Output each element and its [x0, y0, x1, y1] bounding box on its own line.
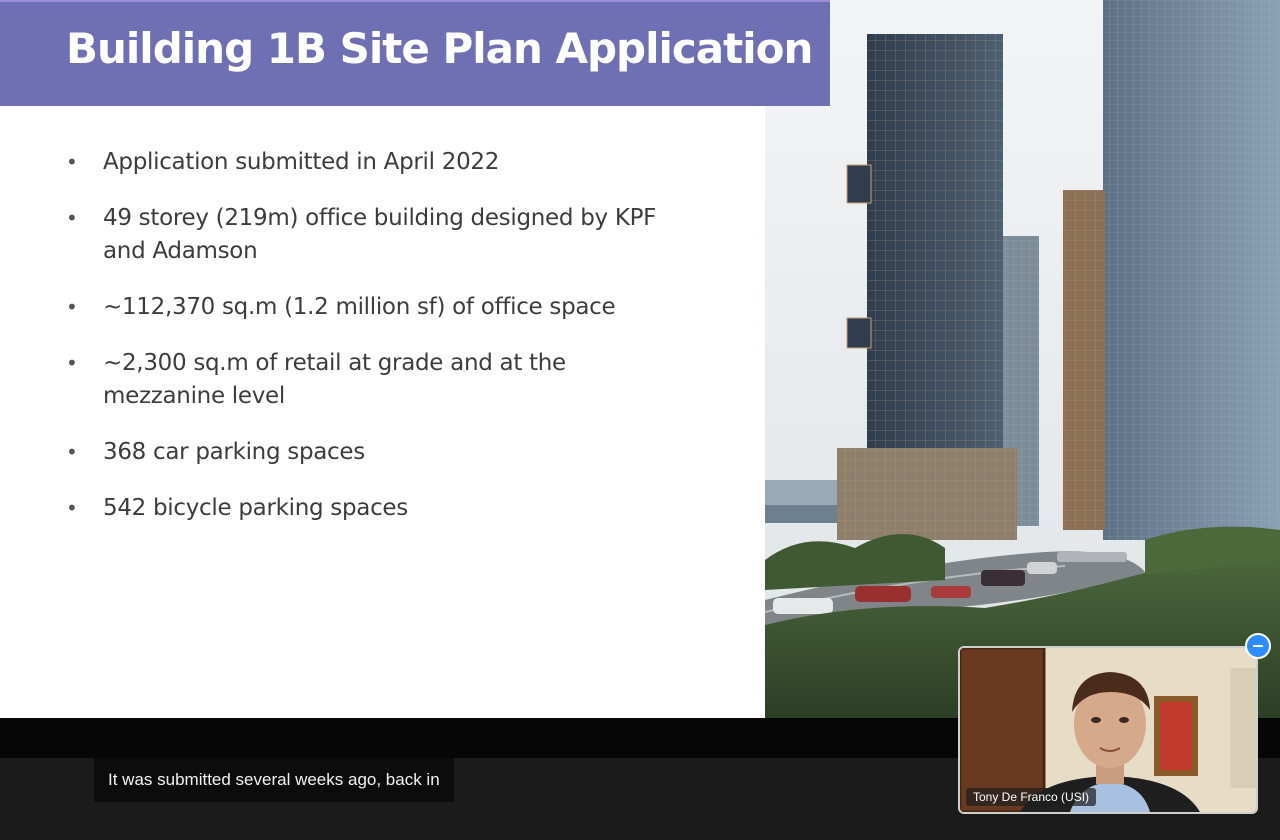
bullet-dot: • [66, 150, 78, 174]
bullet-item: • 368 car parking spaces [66, 436, 666, 469]
bullet-list: • Application submitted in April 2022 • 49… [66, 146, 666, 548]
bullet-dot: • [66, 496, 78, 520]
bullet-text: Application submitted in April 2022 [103, 149, 500, 175]
building-rendering-image [765, 0, 1280, 718]
slide-title: Building 1B Site Plan Application [66, 24, 813, 73]
bullet-item: • Application submitted in April 2022 [66, 146, 666, 179]
minimize-video-button[interactable] [1245, 633, 1271, 659]
slide-title-bar: Building 1B Site Plan Application [0, 0, 830, 106]
bullet-dot: • [66, 351, 78, 375]
bullet-dot: • [66, 440, 78, 464]
bullet-dot: • [66, 206, 78, 230]
bullet-item: • ~2,300 sq.m of retail at grade and at t… [66, 347, 666, 413]
live-caption: It was submitted several weeks ago, back… [94, 758, 454, 802]
bullet-text: 542 bicycle parking spaces [103, 495, 408, 521]
participant-name-label: Tony De Franco (USI) [966, 788, 1097, 806]
bullet-text: 49 storey (219m) office building designe… [103, 205, 657, 264]
bullet-text: ~2,300 sq.m of retail at grade and at th… [103, 350, 566, 409]
bullet-item: • ~112,370 sq.m (1.2 million sf) of offic… [66, 291, 666, 324]
bullet-text: ~112,370 sq.m (1.2 million sf) of office… [103, 294, 616, 320]
participant-video-tile[interactable]: Tony De Franco (USI) [958, 646, 1258, 814]
presentation-slide: Building 1B Site Plan Application • Appli… [0, 0, 1280, 718]
bullet-dot: • [66, 295, 78, 319]
bullet-text: 368 car parking spaces [103, 439, 365, 465]
bullet-item: • 542 bicycle parking spaces [66, 492, 666, 525]
bullet-item: • 49 storey (219m) office building design… [66, 202, 666, 268]
